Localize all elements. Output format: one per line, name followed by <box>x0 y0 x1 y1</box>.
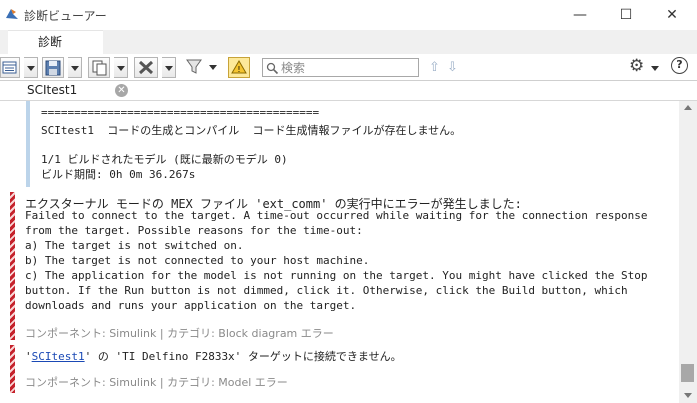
model-link[interactable]: SCItest1 <box>32 350 85 363</box>
error2-message: 'SCItest1' の 'TI Delfino F2833x' ターゲットに接… <box>25 350 402 363</box>
error-line: downloads and runs your application on t… <box>25 299 357 312</box>
previous-result-button[interactable]: ⇧ <box>429 60 440 75</box>
list-view-button[interactable] <box>0 57 20 78</box>
build-status-line: SCItest1 コードの生成とコンパイル コード生成情報ファイルが存在しません… <box>41 124 462 137</box>
window-title: 診断ビューアー <box>24 9 107 23</box>
search-input[interactable] <box>281 59 416 76</box>
tab-close-icon[interactable]: ✕ <box>115 84 128 97</box>
close-button[interactable]: ✕ <box>649 2 695 28</box>
tab-label: SCItest1 <box>27 83 78 97</box>
toolbar: ! ⇧ ⇩ ⚙ ? <box>0 54 697 81</box>
document-tab-bar: SCItest1 ✕ <box>0 81 697 101</box>
copy-icon <box>92 60 107 76</box>
info-block-bar <box>26 101 30 187</box>
copy-button[interactable] <box>88 57 110 78</box>
search-icon <box>266 62 279 75</box>
error-line: Failed to connect to the target. A time-… <box>25 209 648 222</box>
tab-diagnostics[interactable]: 診断 <box>8 30 103 54</box>
next-result-button[interactable]: ⇩ <box>447 60 458 75</box>
clear-dropdown[interactable] <box>162 57 176 78</box>
matlab-diagnostic-icon <box>6 9 18 19</box>
list-view-dropdown[interactable] <box>24 57 38 78</box>
clear-icon <box>138 60 154 75</box>
help-icon[interactable]: ? <box>671 57 688 74</box>
filter-icon <box>186 59 202 74</box>
error-stripe <box>10 345 15 393</box>
ribbon-tab-strip: 診断 <box>0 30 697 54</box>
build-duration-line: ビルド期間: 0h 0m 36.267s <box>41 168 196 181</box>
maximize-button[interactable]: ☐ <box>603 2 649 28</box>
minimize-button[interactable]: — <box>557 2 603 28</box>
build-separator: ========================================… <box>41 106 320 119</box>
error-meta: コンポーネント: Simulink | カテゴリ: Block diagram … <box>25 327 334 340</box>
error-line: from the target. Possible reasons for th… <box>25 224 363 237</box>
build-models-line: 1/1 ビルドされたモデル (既に最新のモデル 0) <box>41 153 288 166</box>
copy-dropdown[interactable] <box>114 57 128 78</box>
scroll-down-icon[interactable] <box>684 393 692 398</box>
warning-highlight-icon: ! <box>231 60 247 74</box>
settings-gear-icon[interactable]: ⚙ <box>629 56 644 76</box>
filter-dropdown[interactable] <box>206 57 220 78</box>
error-line: a) The target is not switched on. <box>25 239 244 252</box>
settings-dropdown-icon[interactable] <box>651 66 659 71</box>
save-dropdown[interactable] <box>68 57 82 78</box>
error-stripe <box>10 192 15 340</box>
list-view-icon <box>2 61 17 74</box>
error-meta: コンポーネント: Simulink | カテゴリ: Model エラー <box>25 376 288 389</box>
error-line: button. If the Run button is not dimmed,… <box>25 284 628 297</box>
diagnostics-content: ========================================… <box>0 101 679 403</box>
search-field[interactable] <box>262 58 419 77</box>
scroll-thumb[interactable] <box>681 364 694 382</box>
clear-button[interactable] <box>134 57 158 78</box>
save-icon <box>45 60 61 76</box>
title-bar: 診断ビューアー — ☐ ✕ <box>0 0 697 30</box>
filter-button[interactable] <box>184 57 206 78</box>
save-button[interactable] <box>42 57 64 78</box>
warning-highlight-button[interactable]: ! <box>228 57 250 78</box>
scroll-up-icon[interactable] <box>684 105 692 110</box>
svg-text:!: ! <box>237 65 240 74</box>
error-line: c) The application for the model is not … <box>25 269 648 282</box>
error-line: b) The target is not connected to your h… <box>25 254 370 267</box>
vertical-scrollbar[interactable] <box>679 101 697 403</box>
